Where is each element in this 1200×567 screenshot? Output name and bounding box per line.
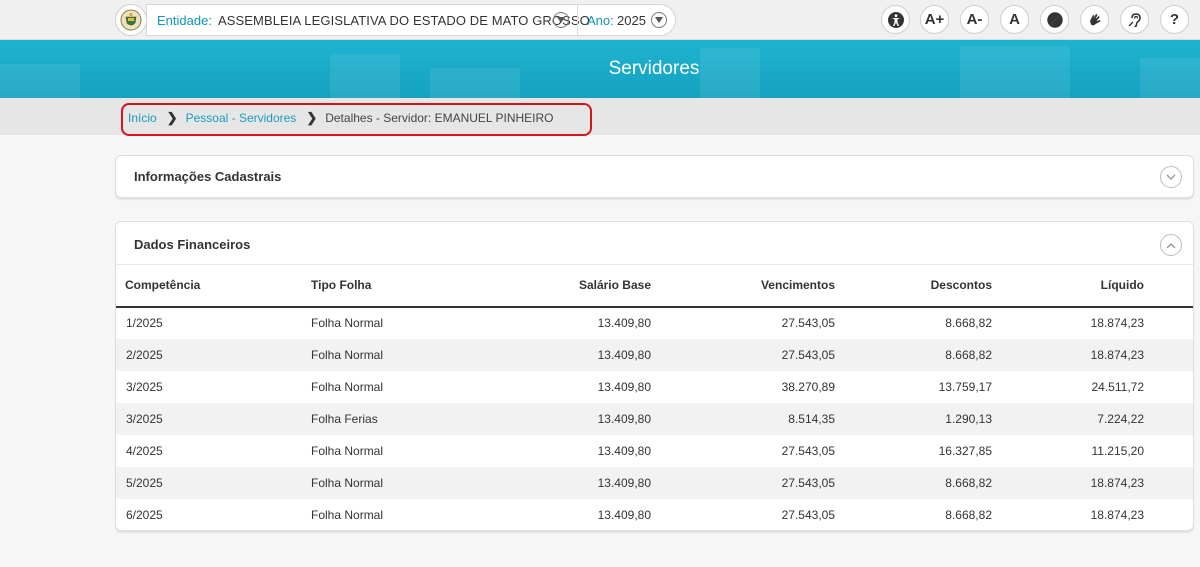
column-header-vencimentos[interactable]: Vencimentos: [651, 264, 835, 308]
contrast-icon: [1046, 11, 1063, 28]
cell-liquido: 18.874,23: [992, 338, 1193, 371]
cell-vencimentos: 27.543,05: [651, 338, 835, 371]
cell-salario-base: 13.409,80: [597, 316, 651, 330]
year-label: Ano:: [587, 13, 614, 28]
table-row: 5/2025 Folha Normal 13.409,80 27.543,05 …: [116, 466, 1193, 499]
font-decrease-button[interactable]: A-: [960, 5, 989, 34]
column-header-liquido[interactable]: Líquido: [992, 264, 1193, 308]
cell-competencia: 5/2025: [116, 466, 311, 499]
table-row: 3/2025 Folha Normal 13.409,80 38.270,89 …: [116, 371, 1193, 403]
financial-table: Competência Tipo Folha Salário Base Venc…: [116, 264, 1193, 531]
table-row: 3/2025 Folha Ferias 13.409,80 8.514,35 1…: [116, 402, 1193, 435]
cell-salario-base: 13.409,80: [511, 466, 651, 499]
cell-liquido: 18.874,23: [1090, 507, 1144, 522]
cell-tipo-folha: Folha Normal: [311, 316, 384, 330]
cell-vencimentos: 38.270,89: [781, 379, 835, 394]
cell-competencia: 6/2025: [126, 507, 163, 522]
table-row: 1/2025 Folha Normal 13.409,80 27.543,05 …: [116, 307, 1193, 339]
cell-liquido: 11.215,20: [1091, 443, 1145, 458]
cell-liquido: 18.874,23: [1090, 316, 1144, 330]
cell-salario-base: 13.409,80: [511, 402, 651, 435]
page-banner: Servidores: [0, 40, 1200, 98]
cell-liquido: 7.224,22: [992, 402, 1193, 435]
entity-selector[interactable]: Entidade: ASSEMBLEIA LEGISLATIVA DO ESTA…: [146, 4, 676, 36]
cell-vencimentos: 27.543,05: [651, 466, 835, 499]
cell-salario-base: 13.409,80: [511, 338, 651, 371]
table-row: 4/2025 Folha Normal 13.409,80 27.543,05 …: [116, 435, 1193, 467]
cell-tipo-folha: Folha Ferias: [311, 402, 511, 435]
cell-descontos: 8.668,82: [945, 507, 992, 522]
collapse-toggle[interactable]: [1160, 234, 1182, 256]
year-value: 2025: [617, 13, 646, 28]
cell-descontos: 8.668,82: [945, 316, 992, 330]
expand-toggle[interactable]: [1160, 166, 1182, 188]
cell-descontos: 8.668,82: [835, 466, 992, 499]
cell-competencia: 3/2025: [126, 379, 163, 394]
cell-vencimentos: 27.543,05: [781, 443, 835, 458]
cell-vencimentos: 8.514,35: [651, 402, 835, 435]
cell-competencia: 2/2025: [116, 338, 311, 371]
font-increase-button[interactable]: A+: [920, 5, 949, 34]
accessibility-icon: [887, 11, 904, 28]
financial-data-panel: Dados Financeiros Competência Tipo Folha…: [115, 221, 1194, 531]
cell-tipo-folha: Folha Normal: [311, 338, 511, 371]
accessibility-button[interactable]: [881, 5, 910, 34]
column-header-competencia[interactable]: Competência: [116, 264, 311, 308]
cadastral-info-panel[interactable]: Informações Cadastrais: [115, 155, 1194, 198]
financial-data-title: Dados Financeiros: [134, 237, 251, 252]
cell-tipo-folha: Folha Normal: [311, 443, 384, 458]
cell-competencia: 4/2025: [126, 443, 163, 458]
hearing-icon: [1128, 12, 1141, 27]
column-header-tipo-folha[interactable]: Tipo Folha: [311, 264, 511, 308]
chevron-down-icon: [1166, 174, 1176, 180]
chevron-down-icon[interactable]: [651, 12, 667, 28]
cell-liquido: 24.511,72: [1091, 379, 1145, 394]
help-button[interactable]: ?: [1160, 5, 1189, 34]
cell-tipo-folha: Folha Normal: [311, 466, 511, 499]
table-row: 6/2025 Folha Normal 13.409,80 27.543,05 …: [116, 499, 1193, 531]
highlight-annotation: [121, 103, 592, 136]
cell-salario-base: 13.409,80: [597, 507, 651, 522]
table-row: 2/2025 Folha Normal 13.409,80 27.543,05 …: [116, 338, 1193, 371]
cell-liquido: 18.874,23: [992, 466, 1193, 499]
cell-salario-base: 13.409,80: [597, 443, 651, 458]
sign-language-icon: [1089, 13, 1100, 25]
chevron-down-icon[interactable]: [553, 12, 569, 28]
cell-descontos: 16.327,85: [938, 443, 992, 458]
divider: [577, 5, 578, 35]
entity-label: Entidade:: [157, 12, 212, 28]
sign-language-button[interactable]: [1080, 5, 1109, 34]
cell-descontos: 1.290,13: [835, 402, 992, 435]
coat-of-arms-icon: [120, 9, 142, 31]
cell-descontos: 8.668,82: [835, 338, 992, 371]
entity-logo: [115, 4, 147, 36]
page-title: Servidores: [608, 58, 700, 79]
cell-tipo-folha: Folha Normal: [311, 507, 384, 522]
column-header-salario-base[interactable]: Salário Base: [511, 264, 651, 308]
column-header-descontos[interactable]: Descontos: [835, 264, 992, 308]
cell-competencia: 3/2025: [116, 402, 311, 435]
chevron-up-icon: [1166, 242, 1176, 248]
contrast-button[interactable]: [1040, 5, 1069, 34]
cell-vencimentos: 27.543,05: [781, 316, 835, 330]
entity-value: ASSEMBLEIA LEGISLATIVA DO ESTADO DE MATO…: [217, 12, 590, 28]
font-reset-button[interactable]: A: [1000, 5, 1029, 34]
cell-salario-base: 13.409,80: [597, 379, 651, 394]
cadastral-info-title: Informações Cadastrais: [134, 169, 282, 184]
cell-descontos: 13.759,17: [938, 379, 992, 394]
cell-competencia: 1/2025: [126, 316, 163, 330]
cell-vencimentos: 27.543,05: [781, 507, 835, 522]
cell-tipo-folha: Folha Normal: [311, 379, 384, 394]
table-header-row: Competência Tipo Folha Salário Base Venc…: [116, 264, 1193, 308]
top-bar: Entidade: ASSEMBLEIA LEGISLATIVA DO ESTA…: [0, 0, 1200, 40]
hearing-button[interactable]: [1120, 5, 1149, 34]
